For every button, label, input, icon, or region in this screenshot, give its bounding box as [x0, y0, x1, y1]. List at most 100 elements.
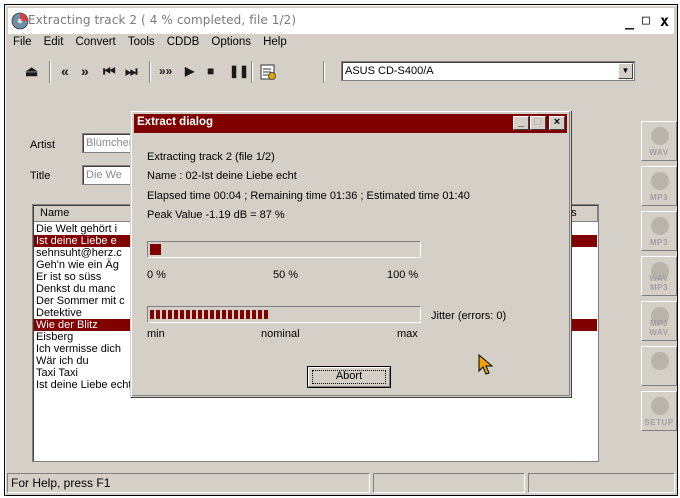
jitter-segment [192, 310, 196, 319]
jitter-segment [186, 310, 190, 319]
toolbar-separator [49, 61, 51, 83]
jitter-text: Jitter (errors: 0) [431, 310, 507, 322]
track-name: Ich vermisse dich [36, 343, 121, 355]
jitter-segment [204, 310, 208, 319]
jitter-segment [174, 310, 178, 319]
maximize-button[interactable]: □ [642, 14, 650, 28]
cddb-icon [651, 352, 669, 370]
abort-button[interactable]: Abort [307, 366, 391, 388]
side-button-label: MP3 [650, 238, 668, 247]
jitter-segment [264, 310, 268, 319]
chevron-down-icon[interactable]: ▼ [618, 63, 633, 79]
jitter-segment [252, 310, 256, 319]
extract-progress-bar [147, 241, 421, 258]
stop-icon[interactable]: ■ [207, 61, 214, 81]
side-button-2[interactable]: MP3 [641, 166, 677, 206]
jitter-segment [228, 310, 232, 319]
status-panel [528, 473, 675, 493]
track-name: Ist deine Liebe e [36, 235, 117, 247]
mouse-cursor-icon [478, 354, 494, 375]
jitter-segment [180, 310, 184, 319]
app-cd-icon [11, 12, 29, 30]
skip-icon[interactable]: »» [159, 61, 172, 81]
jitter-label-max: max [397, 328, 418, 340]
track-name: Denkst du manc [36, 283, 116, 295]
jitter-segment [234, 310, 238, 319]
extract-dialog: Extract dialog _ □ × Extracting track 2 … [130, 110, 571, 397]
side-button-4[interactable]: WAV MP3 [641, 256, 677, 296]
menu-cddb[interactable]: CDDB [167, 36, 200, 48]
menu-convert[interactable]: Convert [75, 36, 115, 48]
minimize-button[interactable]: _ [625, 14, 634, 29]
jitter-segment [198, 310, 202, 319]
wav-icon [651, 127, 669, 145]
jitter-label-min: min [147, 328, 165, 340]
jitter-segment [222, 310, 226, 319]
dialog-peak-text: Peak Value -1.19 dB = 87 % [147, 209, 285, 221]
side-button-label: WAV MP3 [649, 274, 669, 292]
track-name: Der Sommer mit c [36, 295, 125, 307]
dialog-track-text: Extracting track 2 (file 1/2) [147, 151, 275, 163]
drive-select[interactable]: ASUS CD-S400/A ▼ [341, 61, 635, 81]
menu-tools[interactable]: Tools [128, 36, 155, 48]
toolbar-separator [149, 61, 151, 83]
jitter-segment [156, 310, 160, 319]
track-name: Wär ich du [36, 355, 89, 367]
track-name: Eisberg [36, 331, 74, 343]
track-name: sehnsuht@herz.c [36, 247, 122, 259]
play-icon[interactable]: ▶ [185, 61, 194, 81]
side-button-label: SETUP [644, 418, 674, 427]
column-name[interactable]: Name [34, 206, 134, 222]
status-text: For Help, press F1 [7, 473, 370, 493]
toolbar-separator [251, 61, 253, 83]
menu-options[interactable]: Options [211, 36, 251, 48]
jitter-segment [258, 310, 262, 319]
toolbar: ⏏ « » ⏮ ⏭ »» ▶ ■ ❚❚ ASUS CD-S400/A ▼ [23, 59, 635, 85]
extract-progress-fill [150, 244, 161, 255]
dialog-close-button[interactable]: × [549, 116, 565, 130]
toolbar-separator [323, 61, 325, 83]
dialog-title-bar: Extract dialog _ □ × [134, 114, 567, 133]
menu-help[interactable]: Help [263, 36, 287, 48]
jitter-segment [210, 310, 214, 319]
side-button-6[interactable] [641, 346, 677, 386]
jitter-bar [147, 306, 421, 323]
focus-rect [312, 370, 386, 384]
next-track-icon[interactable]: ⏭ [125, 61, 138, 81]
side-button-3[interactable]: MP3 [641, 211, 677, 251]
drive-info-icon[interactable] [259, 62, 277, 82]
mp3-cd-icon [651, 217, 669, 235]
menu-edit[interactable]: Edit [44, 36, 64, 48]
eject-icon[interactable]: ⏏ [25, 61, 38, 81]
jitter-segment [168, 310, 172, 319]
side-button-1[interactable]: WAV [641, 121, 677, 161]
drive-select-value: ASUS CD-S400/A [345, 65, 434, 77]
status-panel [373, 473, 525, 493]
pause-icon[interactable]: ❚❚ [229, 61, 249, 81]
status-bar: For Help, press F1 [7, 473, 675, 493]
track-name: Die Welt gehört i [36, 223, 118, 235]
dialog-title: Extract dialog [137, 116, 214, 128]
close-button[interactable]: x [660, 14, 669, 29]
menu-file[interactable]: File [13, 36, 32, 48]
dialog-maximize-button: □ [530, 116, 546, 130]
side-button-label: MP3 WAV [649, 319, 669, 337]
previous-track-icon[interactable]: ⏮ [103, 61, 116, 81]
side-button-label: MP3 [650, 193, 668, 202]
track-name: Geh'n wie ein Äg [36, 259, 119, 271]
jitter-segment [216, 310, 220, 319]
menu-bar: File Edit Convert Tools CDDB Options Hel… [13, 36, 296, 54]
title-label: Title [30, 170, 51, 182]
side-button-label: WAV [649, 148, 669, 157]
progress-label-max: 100 % [387, 269, 419, 281]
side-button-5[interactable]: MP3 WAV [641, 301, 677, 341]
window-title: Extracting track 2 ( 4 % completed, file… [28, 13, 297, 27]
side-button-7[interactable]: SETUP [641, 391, 677, 431]
dialog-minimize-button[interactable]: _ [513, 116, 529, 130]
rewind-icon[interactable]: « [61, 61, 69, 81]
jitter-segment [162, 310, 166, 319]
fast-forward-icon[interactable]: » [81, 61, 89, 81]
title-bar: Extracting track 2 ( 4 % completed, file… [8, 8, 674, 34]
jitter-segment [246, 310, 250, 319]
jitter-label-nominal: nominal [261, 328, 300, 340]
